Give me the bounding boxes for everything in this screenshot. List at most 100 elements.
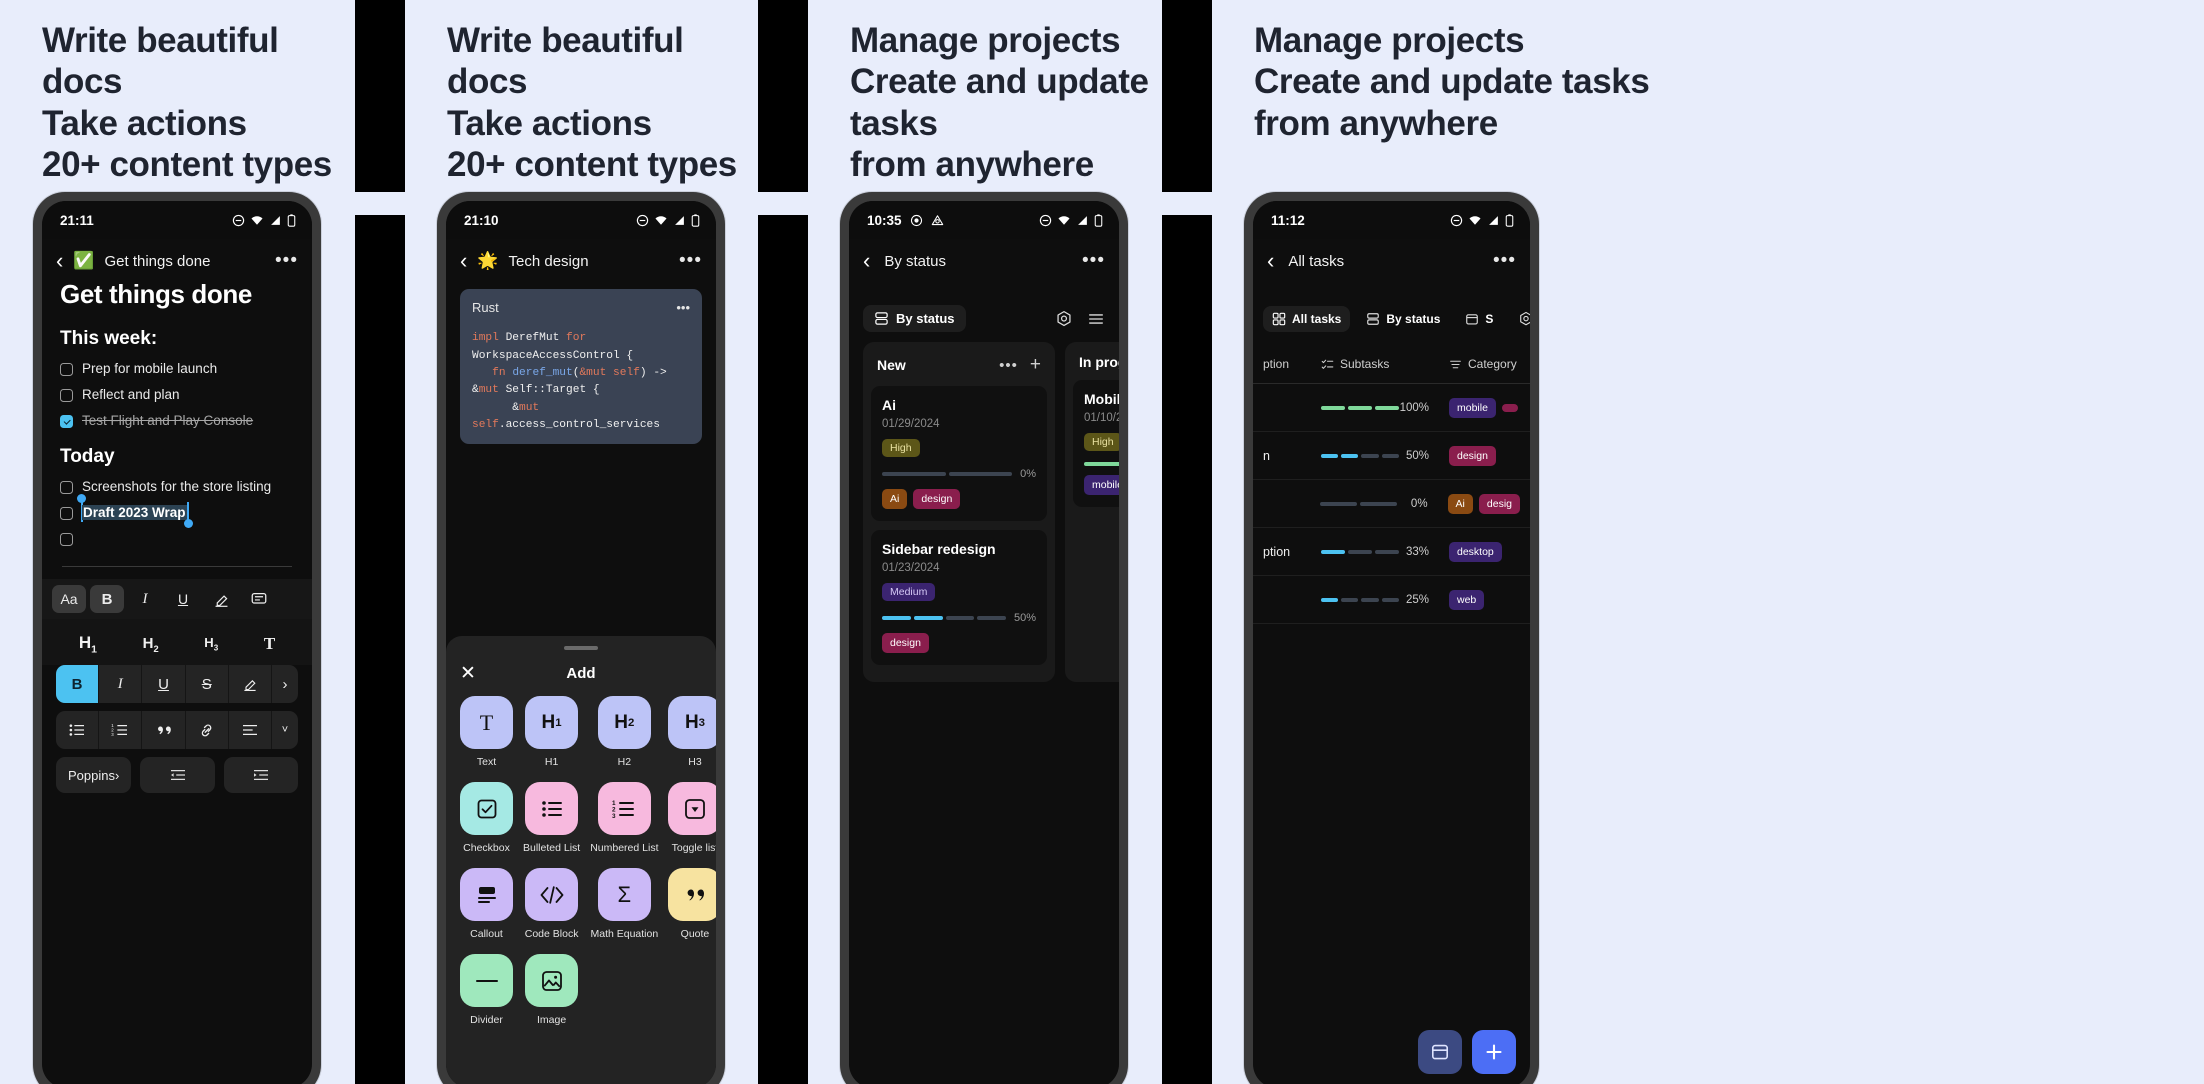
more-button[interactable]: ••• xyxy=(1082,250,1105,272)
more-styles-chevron-icon[interactable]: › xyxy=(272,665,298,703)
h2-button[interactable]: H2 xyxy=(143,635,159,654)
board-card[interactable]: Ai 01/29/2024 High 0% Ai design xyxy=(871,386,1047,521)
back-button[interactable]: ‹ xyxy=(1267,250,1274,272)
code-language[interactable]: Rust xyxy=(472,298,499,318)
numbered-list-icon[interactable]: 123 xyxy=(99,711,143,750)
bulleted-list-icon[interactable] xyxy=(56,711,100,750)
cell-subtasks: 33% xyxy=(1311,546,1439,558)
selection-handle-end[interactable] xyxy=(183,519,193,528)
row-name: ption xyxy=(1263,544,1291,559)
view-tab-all-tasks[interactable]: All tasks xyxy=(1263,306,1351,332)
bulleted-list-icon xyxy=(525,782,579,835)
board-card[interactable]: Mobile 01/10/2024 High mobile de xyxy=(1073,380,1119,507)
checkbox-icon[interactable] xyxy=(60,389,73,402)
more-button[interactable]: ••• xyxy=(679,250,702,272)
card-date: 01/29/2024 xyxy=(882,418,940,430)
more-button[interactable]: ••• xyxy=(275,250,298,272)
table-row[interactable]: 25% web xyxy=(1253,576,1530,624)
font-picker[interactable]: Poppins › xyxy=(56,757,132,794)
todo-item-empty[interactable] xyxy=(60,531,294,546)
checkbox-icon[interactable] xyxy=(60,533,73,546)
block-item-image[interactable]: Image xyxy=(523,954,580,1026)
board-card[interactable]: Sidebar redesign 01/23/2024 Medium 50% d… xyxy=(871,530,1047,665)
tag xyxy=(1501,403,1518,412)
block-item-bulleted-list[interactable]: Bulleted List xyxy=(523,782,580,854)
checkbox-icon[interactable] xyxy=(60,363,73,376)
sheet-grabber[interactable] xyxy=(564,646,598,650)
align-icon[interactable] xyxy=(229,711,273,750)
bold-toggle[interactable]: B xyxy=(56,665,100,704)
indent-decrease-button[interactable] xyxy=(140,757,215,794)
underline-button[interactable]: U xyxy=(166,585,200,613)
column-header-description[interactable]: ption xyxy=(1253,345,1311,383)
table-row[interactable]: 0% Ai desig xyxy=(1253,480,1530,528)
strikethrough-toggle[interactable]: S xyxy=(186,665,229,704)
view-tab-by-status[interactable]: By status xyxy=(863,305,966,332)
column-header-subtasks[interactable]: Subtasks xyxy=(1311,345,1439,383)
status-bar: 10:35 xyxy=(849,201,1119,239)
column-more-button[interactable]: ••• xyxy=(999,357,1018,374)
separator-bar-3 xyxy=(758,0,808,192)
block-item-math-equation[interactable]: Σ Math Equation xyxy=(590,868,658,940)
column-add-button[interactable]: + xyxy=(1030,354,1041,376)
page-title: By status xyxy=(884,252,947,270)
block-item-text[interactable]: T Text xyxy=(460,696,513,768)
back-button[interactable]: ‹ xyxy=(863,250,870,272)
block-item-code-block[interactable]: Code Block xyxy=(523,868,580,940)
highlight-icon[interactable] xyxy=(204,585,238,613)
block-item-checkbox[interactable]: Checkbox xyxy=(460,782,513,854)
link-icon[interactable] xyxy=(186,711,229,750)
block-item-numbered-list[interactable]: 123 Numbered List xyxy=(590,782,658,854)
h1-button[interactable]: H1 xyxy=(79,633,97,655)
todo-item[interactable]: Test Flight and Play Console xyxy=(60,413,294,428)
phone-2: 21:10 ‹ 🌟 Tech design ••• Rust ••• impl … xyxy=(437,192,725,1084)
block-item-h2[interactable]: H2 H2 xyxy=(590,696,658,768)
app-bar: ‹ 🌟 Tech design ••• xyxy=(446,239,716,283)
checkbox-checked-icon[interactable] xyxy=(60,415,73,428)
todo-item-selected[interactable]: Draft 2023 Wrap xyxy=(60,494,294,528)
code-block[interactable]: Rust ••• impl DerefMut for WorkspaceAcce… xyxy=(460,289,702,445)
code-more-button[interactable]: ••• xyxy=(676,298,690,318)
block-item-toggle-list[interactable]: Toggle list xyxy=(668,782,716,854)
table-settings-button[interactable] xyxy=(1509,305,1530,333)
todo-item[interactable]: Prep for mobile launch xyxy=(60,361,294,376)
block-item-h3[interactable]: H3 H3 xyxy=(668,696,716,768)
card-tags: design xyxy=(882,633,1036,653)
table-row[interactable]: n 50% design xyxy=(1253,432,1530,480)
column-header-category[interactable]: Category xyxy=(1439,345,1527,383)
add-fab-button[interactable] xyxy=(1472,1030,1516,1074)
status-time: 21:10 xyxy=(464,212,499,228)
view-tab-calendar[interactable]: S xyxy=(1456,306,1502,332)
todo-item[interactable]: Reflect and plan xyxy=(60,387,294,402)
table-row[interactable]: ption 33% desktop xyxy=(1253,528,1530,576)
more-button[interactable]: ••• xyxy=(1493,250,1516,272)
checkbox-icon[interactable] xyxy=(60,507,73,520)
font-size-button[interactable]: Aa xyxy=(52,585,86,613)
italic-button[interactable]: I xyxy=(128,585,162,613)
block-item-quote[interactable]: Quote xyxy=(668,868,716,940)
settings-icon[interactable] xyxy=(1055,310,1073,328)
table-row[interactable]: 100% mobile xyxy=(1253,384,1530,432)
back-button[interactable]: ‹ xyxy=(56,250,63,272)
block-item-divider[interactable]: Divider xyxy=(460,954,513,1026)
italic-toggle[interactable]: I xyxy=(99,665,143,704)
chevron-down-icon[interactable]: ˅ xyxy=(272,711,298,749)
checkbox-icon[interactable] xyxy=(60,481,73,494)
indent-increase-button[interactable] xyxy=(223,757,299,794)
quote-icon[interactable] xyxy=(142,711,186,750)
h3-button[interactable]: H3 xyxy=(204,635,218,653)
highlight-toggle-icon[interactable] xyxy=(229,665,273,704)
view-tab-by-status[interactable]: By status xyxy=(1357,306,1449,332)
block-item-h1[interactable]: H1 H1 xyxy=(523,696,580,768)
text-button[interactable]: T xyxy=(264,634,275,654)
block-item-callout[interactable]: Callout xyxy=(460,868,513,940)
back-button[interactable]: ‹ xyxy=(460,250,467,272)
calendar-fab-button[interactable] xyxy=(1418,1030,1462,1074)
comment-icon[interactable] xyxy=(242,585,276,613)
underline-toggle[interactable]: U xyxy=(142,665,186,704)
todo-item[interactable]: Screenshots for the store listing xyxy=(60,479,294,494)
floating-action-buttons xyxy=(1418,1030,1516,1074)
bold-button[interactable]: B xyxy=(90,585,124,613)
filter-icon[interactable] xyxy=(1087,310,1105,328)
block-label: Bulleted List xyxy=(523,842,581,854)
